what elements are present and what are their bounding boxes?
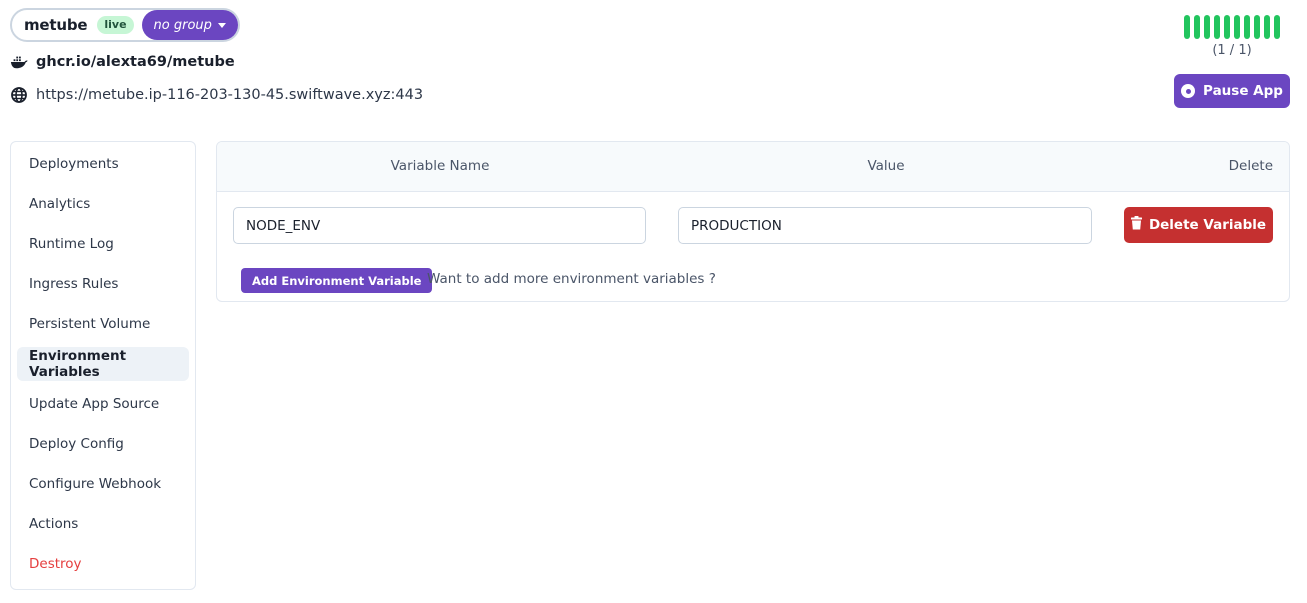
table-header: Variable Name Value Delete [217, 142, 1289, 192]
delete-variable-label: Delete Variable [1148, 217, 1267, 233]
sidebar-item-deployments[interactable]: Deployments [17, 147, 189, 181]
app-url-link[interactable]: https://metube.ip-116-203-130-45.swiftwa… [36, 87, 423, 103]
replica-status-bars [1184, 15, 1280, 39]
app-header-pill: metube live no group [10, 8, 240, 42]
replica-bar [1274, 15, 1280, 39]
replica-bar [1214, 15, 1220, 39]
app-url-row: https://metube.ip-116-203-130-45.swiftwa… [10, 86, 423, 104]
column-header-variable-name: Variable Name [390, 158, 490, 174]
replica-bar [1234, 15, 1240, 39]
sidebar-item-persistent-volume[interactable]: Persistent Volume [17, 307, 189, 341]
delete-variable-button[interactable]: Delete Variable [1124, 207, 1273, 243]
replica-count: (1 / 1) [1212, 43, 1252, 58]
globe-icon [10, 86, 28, 104]
replica-bar [1224, 15, 1230, 39]
sidebar-nav: Deployments Analytics Runtime Log Ingress R… [10, 141, 196, 590]
replica-bar [1204, 15, 1210, 39]
sidebar-item-environment-variables[interactable]: Environment Variables [17, 347, 189, 381]
sidebar-item-actions[interactable]: Actions [17, 507, 189, 541]
status-badge: live [97, 16, 134, 34]
docker-image-row: ghcr.io/alexta69/metube [10, 53, 235, 71]
docker-icon [10, 53, 28, 71]
replica-bar [1184, 15, 1190, 39]
variable-value-input[interactable] [678, 207, 1092, 244]
variable-name-input[interactable] [233, 207, 646, 244]
sidebar-item-destroy[interactable]: Destroy [17, 547, 189, 581]
column-header-value: Value [867, 158, 905, 174]
add-environment-variable-button[interactable]: Add Environment Variable [241, 268, 433, 293]
docker-image-name: ghcr.io/alexta69/metube [36, 54, 235, 70]
sidebar-item-deploy-config[interactable]: Deploy Config [17, 427, 189, 461]
group-dropdown[interactable]: no group [141, 10, 238, 40]
pause-app-button[interactable]: Pause App [1174, 74, 1290, 108]
group-label: no group [153, 17, 212, 33]
column-header-delete: Delete [1228, 158, 1273, 174]
sidebar-item-update-app-source[interactable]: Update App Source [17, 387, 189, 421]
pause-app-label: Pause App [1203, 83, 1283, 99]
add-variable-hint: Want to add more environment variables ? [427, 271, 716, 287]
sidebar-item-configure-webhook[interactable]: Configure Webhook [17, 467, 189, 501]
sidebar-item-runtime-log[interactable]: Runtime Log [17, 227, 189, 261]
env-variables-table: Variable Name Value Delete Delete Variab… [216, 141, 1290, 302]
stop-circle-icon [1181, 84, 1196, 98]
replica-bar [1194, 15, 1200, 39]
replica-bar [1244, 15, 1250, 39]
sidebar-item-ingress-rules[interactable]: Ingress Rules [17, 267, 189, 301]
caret-down-icon [217, 22, 226, 28]
app-name: metube [24, 16, 88, 34]
trash-icon [1130, 216, 1142, 234]
sidebar-item-analytics[interactable]: Analytics [17, 187, 189, 221]
replica-bar [1254, 15, 1260, 39]
replica-bar [1264, 15, 1270, 39]
